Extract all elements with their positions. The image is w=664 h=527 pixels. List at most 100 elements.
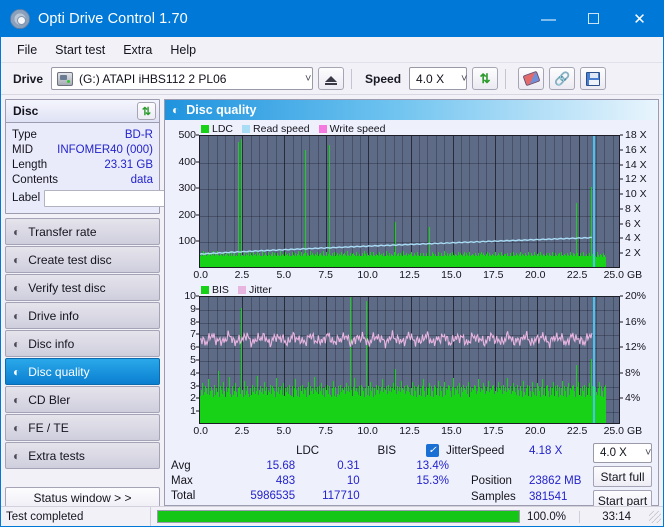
menu-start-test[interactable]: Start test [47,40,113,60]
column-header-bis: BIS [377,444,397,457]
disc-info-icon: ◐ [13,336,21,351]
disc-mid-value: INFOMER40 (000) [57,143,153,156]
menu-extra[interactable]: Extra [115,40,160,60]
axis-tick-label: 10 X [625,188,647,201]
bis-chart: BIS Jitter 1 2 3 4 5 6 7 8 9 10 4% 8% 12% 16% 20% 0.0… [165,283,658,439]
axis-tick-label: 300 [178,182,196,195]
drive-select[interactable]: (G:) ATAPI iHBS112 2 PL06 ˅ [51,67,314,90]
legend-swatch-read-speed [242,124,251,133]
axis-tick-label: 20% [625,290,647,302]
axis-tick-mark [620,346,623,348]
axis-tick-label: 0.0 [193,425,209,437]
ldc-plot[interactable] [199,135,620,268]
speed-select[interactable]: 4.0 X ˅ [409,67,467,90]
axis-tick-mark [620,193,623,195]
jitter-label: Jitter [446,444,471,457]
axis-tick-label: 10.0 [357,425,378,437]
sidebar-item-drive-info[interactable]: ◐ Drive info [5,302,160,329]
sidebar-item-fe-te[interactable]: ◐ FE / TE [5,414,160,441]
axis-tick-mark [620,372,623,374]
jitter-checkbox[interactable]: ✓ [426,444,440,457]
bis-plot[interactable] [199,296,620,424]
axis-tick-label: 6 X [625,217,641,230]
test-speed-select[interactable]: 4.0 X ˅ [593,443,652,463]
sidebar-item-disc-quality[interactable]: ◐ Disc quality [5,358,160,385]
samples-readout-value: 381541 [529,491,568,503]
position-readout-row: Position 23862 MB [471,473,593,489]
app-disc-icon [10,9,30,29]
window-controls: — ☐ ✕ [526,1,663,37]
avg-ldc-value: 15.68 [266,459,296,472]
menu-file[interactable]: File [9,40,45,60]
menu-help[interactable]: Help [162,40,204,60]
total-ldc-value: 5986535 [250,489,296,502]
legend-ldc: LDC [201,123,233,135]
axis-tick-label: 17.5 [483,269,504,281]
start-full-button[interactable]: Start full [593,466,652,487]
sidebar-item-disc-info[interactable]: ◐ Disc info [5,330,160,357]
jitter-toggle[interactable]: ✓ Jitter [396,444,471,457]
axis-tick-label: 22.5 [566,269,588,281]
erase-button[interactable] [518,67,545,90]
readout-gap [471,459,593,473]
resize-grip-icon[interactable] [649,510,661,523]
minimize-icon[interactable]: — [526,1,571,37]
avg-bis-value: 0.31 [337,459,360,472]
refresh-button[interactable]: ⇅ [472,67,499,90]
sidebar-item-label: Transfer rate [28,224,97,239]
max-ldc-value: 483 [275,474,296,487]
axis-tick-label: 2.5 [234,425,250,437]
disc-row-mid: MID INFOMER40 (000) [12,142,153,157]
axis-tick-mark [620,252,623,254]
speed-label: Speed [365,71,402,86]
sidebar-item-create-test-disc[interactable]: ◐ Create test disc [5,246,160,273]
maximize-icon[interactable]: ☐ [571,1,616,37]
axis-tick-label: 10.0 [357,269,378,281]
sidebar-item-label: Verify test disc [28,280,106,295]
axis-tick-label: 15.0 [441,269,462,281]
disc-label-label: Label [12,192,41,204]
chain-button[interactable]: 🔗 [549,67,576,90]
data-line [200,236,593,255]
drive-label: Drive [13,71,44,86]
disc-quality-icon: ◐ [13,364,21,379]
close-icon[interactable]: ✕ [616,1,663,37]
toolbar-divider-1 [351,68,353,89]
save-button[interactable] [580,67,607,90]
eject-icon [325,75,338,85]
cd-bler-icon: ◐ [13,392,21,407]
sidebar-item-label: FE / TE [28,420,69,435]
sidebar-item-label: CD Bler [28,392,71,407]
sidebar-item-verify-test-disc[interactable]: ◐ Verify test disc [5,274,160,301]
disc-refresh-button[interactable]: ⇅ [137,102,156,120]
axis-tick-label: 100 [178,235,196,248]
eject-button[interactable] [318,67,345,90]
legend-read-speed: Read speed [242,123,310,135]
axis-tick-mark [620,321,623,323]
axis-tick-label: 12.5 [399,425,420,437]
progress-fill [158,511,519,522]
sidebar-item-cd-bler[interactable]: ◐ CD Bler [5,386,160,413]
axis-tick-label: 25.0 GB [603,425,643,437]
disc-quality-icon: ◐ [172,103,180,117]
sidebar-item-label: Create test disc [28,252,112,267]
axis-tick-label: 12.5 [399,269,420,281]
axis-tick-label: 16% [625,315,647,328]
sidebar-item-extra-tests[interactable]: ◐ Extra tests [5,442,160,469]
axis-tick-label: 500 [178,129,196,141]
axis-tick-label: 15.0 [441,425,462,437]
sidebar-item-label: Extra tests [28,448,85,463]
speed-readout-label: Speed [471,445,505,457]
axis-tick-label: 400 [178,155,196,168]
save-icon [586,71,601,86]
error-statistics-table: LDC BIS ✓ Jitter Avg 15.68 0.31 13.4% Ma… [171,443,471,511]
window-title: Opti Drive Control 1.70 [38,11,188,27]
axis-tick-mark [620,134,623,136]
transfer-rate-icon: ◐ [13,224,21,239]
status-progress-cell: 100.0% [151,510,579,523]
axis-tick-mark [620,149,623,151]
sidebar-item-transfer-rate[interactable]: ◐ Transfer rate [5,218,160,245]
axis-tick-label: 7.5 [318,269,333,281]
fe-te-icon: ◐ [13,420,21,435]
bis-y-axis: 1 2 3 4 5 6 7 8 9 10 [165,290,199,424]
